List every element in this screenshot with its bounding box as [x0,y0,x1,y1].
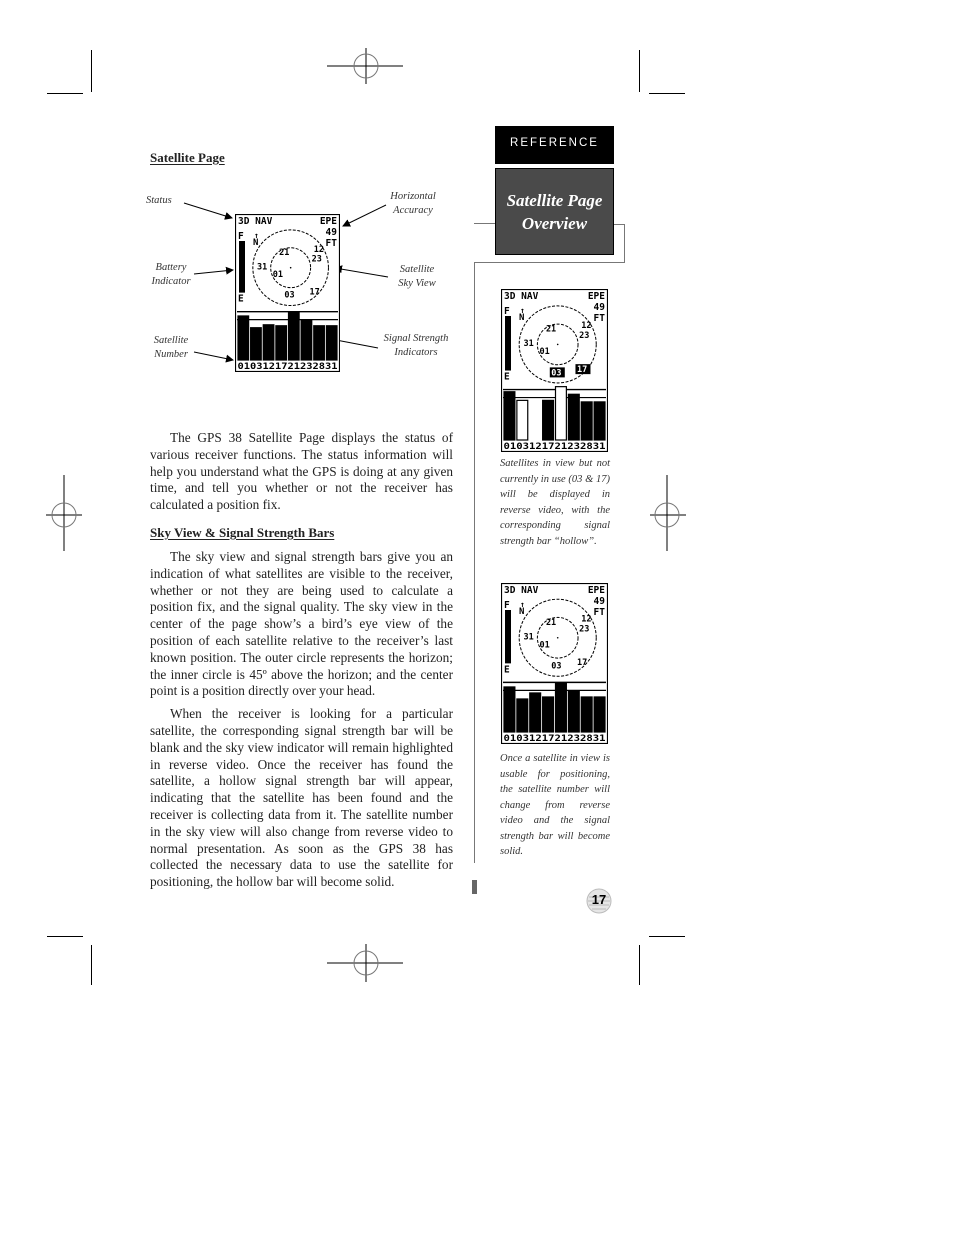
satellite-label-01: 01 [540,640,550,650]
epe-label: EPE [588,585,605,596]
satellite-label-17: 17 [310,288,320,298]
battery-indicator [505,610,511,664]
gps-screen-not-in-use: 3D NAV EPE49FTFE↑N21 122331011703010312172… [501,289,608,452]
signal-strength-bar-03 [516,698,529,733]
status-text: 3D NAV [504,585,539,596]
signal-strength-bar-01 [503,686,516,733]
epe-label: EPE [588,291,605,302]
satellite-label-01: 01 [540,347,550,357]
arrow-battery [193,266,234,275]
signal-strength-bar-12 [262,324,275,361]
signal-strength-bar-28 [313,325,325,361]
battery-full-label: F [238,231,244,242]
arrow-horizontal-accuracy [342,204,387,227]
battery-full-label: F [504,306,510,317]
caption-not-in-use: Satellites in view but not currently in … [500,458,610,547]
signal-strength-bar-21 [287,311,300,361]
caption-solid: Once a satellite in view is usable for p… [500,753,610,857]
epe-unit: FT [326,238,338,249]
arrow-status [183,202,233,220]
satellite-label-21: 21 [546,618,556,628]
north-label: N [519,313,524,323]
satellite-label-31: 31 [523,632,533,642]
registration-mark-right [650,475,686,551]
satellite-number-row: 0103121721232831 [504,734,606,744]
battery-empty-label: E [504,664,510,675]
signal-strength-bar-23 [300,319,313,361]
satellite-label-21: 21 [546,324,556,334]
satellite-label-03: 03 [284,291,294,301]
signal-strength-bar-03 [250,327,262,361]
signal-strength-bar-01 [237,315,250,361]
signal-strength-bar-23 [567,690,580,733]
epe-label: EPE [320,216,337,227]
epe-unit: FT [594,313,606,324]
epe-value: 49 [594,302,606,313]
signal-strength-bar-31 [325,325,338,361]
signal-strength-bar-17 [542,696,555,733]
satellite-label-31: 31 [257,262,267,272]
satellite-label-03: 03 [551,661,561,671]
body-column-intro: The GPS 38 Satellite Page displays the s… [150,430,453,520]
satellite-number-row: 0103121721232831 [238,362,338,372]
signal-strength-bar-17 [275,325,288,361]
epe-unit: FT [594,607,606,618]
heading-sky-view: Sky View & Signal Strength Bars [150,525,335,540]
status-text: 3D NAV [238,216,273,227]
sky-view-zenith-point [556,636,559,639]
callout-arrows [183,202,389,363]
body-column-sky: The sky view and signal strength bars gi… [150,549,453,897]
satellite-label-17: 17 [577,658,587,668]
satellite-label-21: 21 [279,248,289,258]
sky-view-zenith-point [556,343,559,346]
registration-mark-bottom [327,944,403,982]
signal-strength-bar-01 [503,391,516,441]
gps-screen-main: 3D NAV EPE49FTFE↑N21 122331011703010312172… [235,214,340,372]
paragraph-sky-view-1: The sky view and signal strength bars gi… [150,549,453,699]
paragraph-intro: The GPS 38 Satellite Page displays the s… [150,430,453,513]
battery-indicator [239,241,245,293]
satellite-label-01: 01 [273,270,283,280]
page-number: 17 [591,892,607,907]
satellite-label-17: 17 [577,365,587,375]
signal-strength-bar-21 [554,386,567,441]
battery-indicator [505,316,511,371]
battery-full-label: F [504,600,510,611]
signal-strength-bar-31 [593,696,606,733]
signal-strength-bar-28 [580,696,593,733]
paragraph-sky-view-2: When the receiver is looking for a parti… [150,706,453,890]
arrow-sky-view [334,265,389,278]
signal-strength-bar-23 [567,393,580,441]
signal-strength-bar-21 [554,682,567,733]
battery-empty-label: E [504,372,510,383]
satellite-label-23: 23 [312,254,322,264]
gps-screen-solid: 3D NAV EPE49FTFE↑N21 122331011703010312172… [501,583,608,744]
page-number-badge: 17 [586,888,612,914]
signal-strength-bar-31 [593,401,606,441]
satellite-label-03: 03 [551,368,561,378]
status-text: 3D NAV [504,291,539,302]
satellite-label-31: 31 [523,339,533,349]
signal-strength-bar-03 [516,399,529,441]
north-label: N [253,238,258,248]
epe-value: 49 [594,596,606,607]
sky-view-zenith-point [289,266,292,269]
satellite-number-row: 0103121721232831 [504,442,606,452]
battery-empty-label: E [238,294,244,305]
satellite-label-23: 23 [579,624,589,634]
arrow-signal-strength [335,339,379,349]
sidebar-bottom-marker [472,880,477,894]
registration-mark-left [46,475,82,551]
satellite-label-12: 12 [581,321,591,331]
signal-strength-bar-12 [529,692,542,733]
signal-strength-bar-17 [542,399,555,441]
arrow-satellite-number [193,351,234,363]
epe-value: 49 [326,227,338,238]
satellite-label-12: 12 [581,615,591,625]
signal-strength-bar-28 [580,401,593,441]
satellite-label-23: 23 [579,331,589,341]
north-label: N [519,607,524,617]
